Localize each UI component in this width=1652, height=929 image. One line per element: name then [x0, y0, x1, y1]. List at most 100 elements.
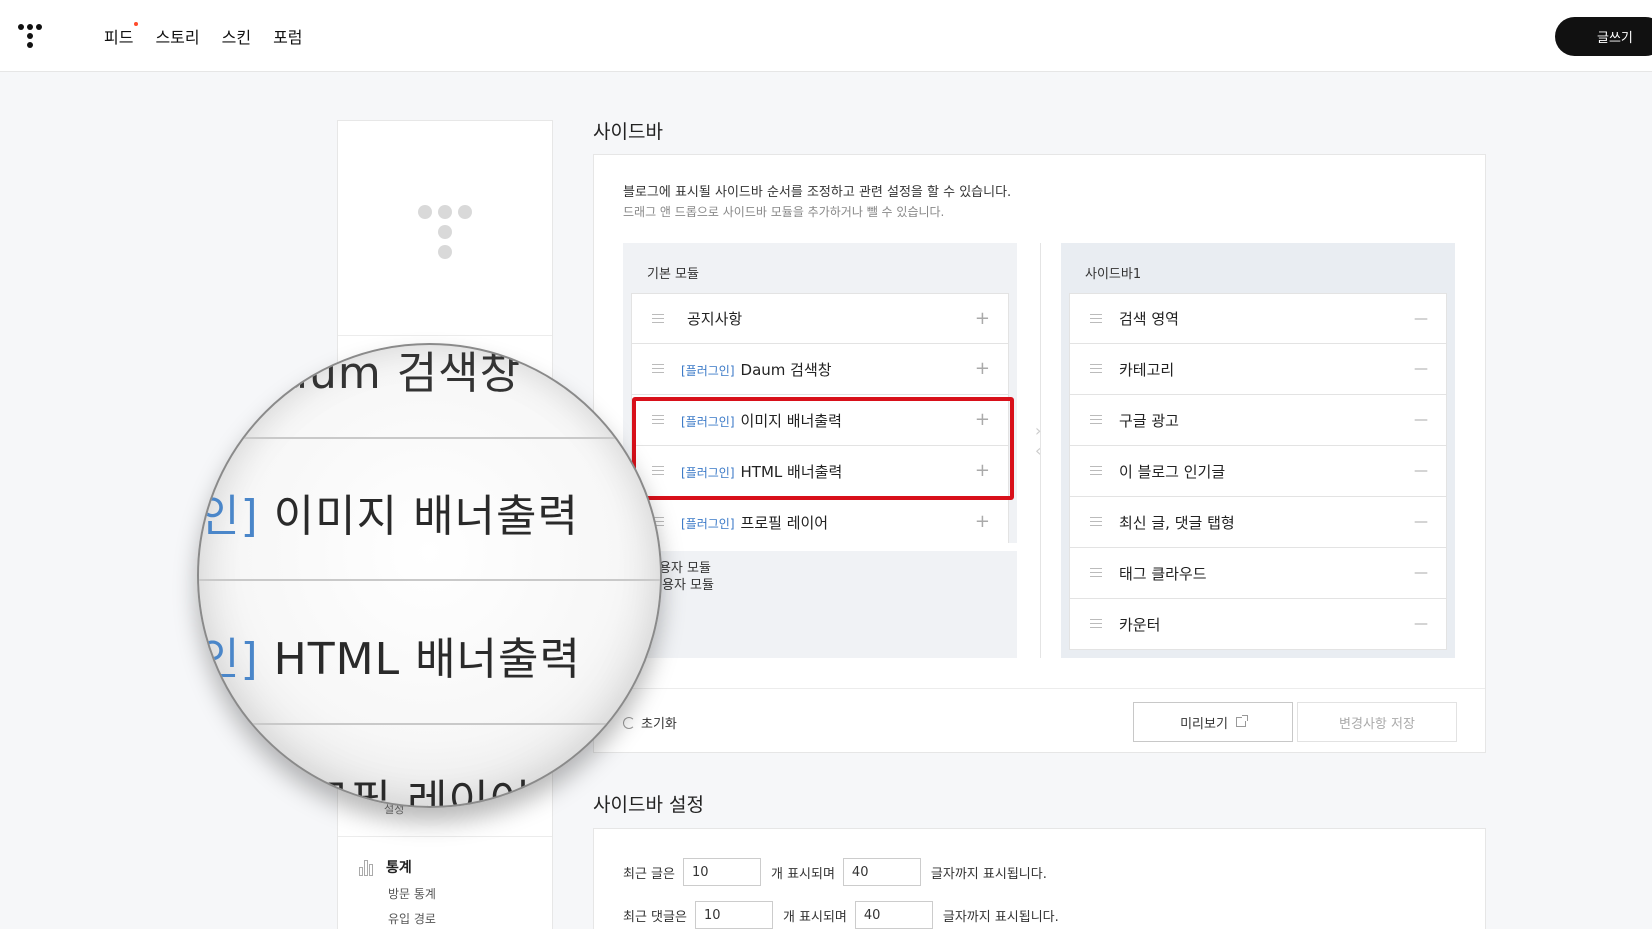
magnifier-overlay: aum 검색창 인] 이미지 배너출력 인] HTML 배너출력 로필 레이어 — [197, 343, 662, 808]
tistory-logo-icon[interactable] — [18, 22, 48, 52]
sidebar1-item-label: 검색 영역 — [1119, 310, 1179, 328]
main-nav: 피드 스토리 스킨 포럼 — [104, 22, 303, 48]
magnified-image-banner-label: 이미지 배너출력 — [273, 491, 580, 542]
sidebar1-item-label: 카운터 — [1119, 615, 1161, 634]
recent-comments-prefix: 최근 댓글은 — [623, 909, 687, 925]
nav-forum[interactable]: 포럼 — [273, 24, 302, 48]
preview-button[interactable]: 미리보기 — [1133, 702, 1293, 742]
chevron-left-icon: ‹ — [1035, 441, 1042, 460]
drag-handle-icon[interactable] — [1090, 415, 1102, 425]
sidebar1-row[interactable]: 최신 글, 댓글 탭형 — — [1069, 497, 1447, 548]
save-changes-button[interactable]: 변경사항 저장 — [1297, 702, 1457, 742]
sidebar1-list: 검색 영역 — 카테고리 — 구글 광고 — 이 블로그 인기글 — 최신 글,… — [1069, 293, 1447, 650]
stats-title-label: 통계 — [386, 860, 412, 876]
write-button[interactable]: 글쓰기 — [1555, 17, 1652, 56]
chevron-right-icon: › — [1035, 421, 1042, 440]
remove-module-button[interactable]: — — [1414, 462, 1428, 480]
drag-handle-icon[interactable] — [1090, 314, 1102, 324]
recent-comments-suffix: 글자까지 표시됩니다. — [942, 909, 1059, 925]
remove-module-button[interactable]: — — [1414, 411, 1428, 429]
drag-handle-icon[interactable] — [1090, 466, 1102, 476]
notification-dot — [134, 22, 139, 26]
basic-modules-title: 기본 모듈 — [647, 267, 699, 282]
magnified-divider — [199, 723, 660, 725]
sidebar1-row[interactable]: 구글 광고 — — [1069, 395, 1447, 446]
add-module-button[interactable]: + — [975, 462, 990, 480]
module-name: 이미지 배너출력 — [740, 411, 842, 430]
magnified-divider — [199, 579, 660, 581]
recent-posts-suffix: 글자까지 표시됩니다. — [930, 866, 1047, 882]
remove-module-button[interactable]: — — [1414, 513, 1428, 531]
drag-handle-icon[interactable] — [1090, 364, 1102, 374]
module-label: [플러그인] HTML 배너출력 — [681, 461, 842, 482]
plugin-tag: [플러그인] — [681, 465, 735, 480]
sidebar-drag-hint: 드래그 앤 드롭으로 사이드바 모듈을 추가하거나 뺄 수 있습니다. — [623, 205, 945, 219]
stats-menu-title[interactable]: 통계 — [358, 857, 552, 877]
module-row[interactable]: [플러그인] 프로필 레이어 + — [631, 497, 1009, 548]
recent-posts-setting: 최근 글은 개 표시되며 글자까지 표시됩니다. — [623, 858, 1047, 886]
drag-handle-icon[interactable] — [652, 364, 664, 374]
module-label: [플러그인] 프로필 레이어 — [681, 512, 828, 533]
basic-modules-column: 기본 모듈 공지사항 + [플러그인] Daum 검색창 + [플러그인] 이미지 … — [623, 243, 1017, 658]
menu-visit-stats[interactable]: 방문 통계 — [388, 885, 552, 902]
magnified-text-profile: 로필 레이어 — [309, 776, 532, 808]
remove-module-button[interactable]: — — [1414, 564, 1428, 582]
module-row[interactable]: [플러그인] Daum 검색창 + — [631, 344, 1009, 395]
sidebar1-row[interactable]: 검색 영역 — — [1069, 293, 1447, 344]
sidebar-editor-panel: 블로그에 표시될 사이드바 순서를 조정하고 관련 설정을 할 수 있습니다. … — [593, 154, 1486, 753]
custom-modules-visible-label: 용자 모듈 — [662, 578, 714, 593]
add-module-button[interactable]: + — [975, 360, 990, 378]
sidebar-description: 블로그에 표시될 사이드바 순서를 조정하고 관련 설정을 할 수 있습니다. — [623, 185, 1012, 200]
module-name: 공지사항 — [687, 310, 743, 328]
sidebar1-column: 사이드바1 검색 영역 — 카테고리 — 구글 광고 — 이 블로그 인기글 — — [1061, 243, 1455, 658]
remove-module-button[interactable]: — — [1414, 310, 1428, 328]
module-name: 프로필 레이어 — [740, 513, 829, 532]
sidebar1-row[interactable]: 태그 클라우드 — — [1069, 548, 1447, 599]
drag-handle-icon[interactable] — [652, 466, 664, 476]
recent-comments-middle: 개 표시되며 — [782, 909, 847, 925]
sidebar1-row[interactable]: 카운터 — — [1069, 599, 1447, 650]
add-module-button[interactable]: + — [975, 411, 990, 429]
drag-handle-icon[interactable] — [1090, 619, 1102, 629]
module-row[interactable]: 공지사항 + — [631, 293, 1009, 344]
blog-profile-placeholder — [338, 121, 552, 336]
recent-comments-chars-input[interactable] — [854, 901, 933, 929]
nav-story[interactable]: 스토리 — [155, 24, 199, 48]
magnified-divider — [199, 437, 660, 439]
plugin-tag: [플러그인] — [681, 516, 735, 531]
basic-modules-list: 공지사항 + [플러그인] Daum 검색창 + [플러그인] 이미지 배너출력 +… — [631, 293, 1009, 548]
magnified-text-daum: aum 검색창 — [281, 348, 522, 399]
nav-feed[interactable]: 피드 — [104, 22, 139, 48]
stats-menu: 통계 방문 통계 유입 경로 — [338, 836, 552, 927]
bar-chart-icon — [358, 858, 376, 876]
drag-handle-icon[interactable] — [1090, 568, 1102, 578]
recent-posts-count-input[interactable] — [682, 858, 761, 886]
magnified-text-image-banner: 인] 이미지 배너출력 — [199, 480, 579, 544]
remove-module-button[interactable]: — — [1414, 360, 1428, 378]
module-row[interactable]: [플러그인] 이미지 배너출력 + — [631, 395, 1009, 446]
remove-module-button[interactable]: — — [1414, 615, 1428, 633]
sidebar1-item-label: 최신 글, 댓글 탭형 — [1119, 513, 1235, 532]
add-module-button[interactable]: + — [975, 513, 990, 531]
add-module-button[interactable]: + — [975, 310, 990, 328]
recent-posts-chars-input[interactable] — [842, 858, 921, 886]
sidebar1-row[interactable]: 카테고리 — — [1069, 344, 1447, 395]
sidebar-settings-panel: 최근 글은 개 표시되며 글자까지 표시됩니다. 최근 댓글은 개 표시되며 글… — [593, 828, 1486, 929]
recent-comments-setting: 최근 댓글은 개 표시되며 글자까지 표시됩니다. — [623, 901, 1059, 929]
drag-handle-icon[interactable] — [652, 415, 664, 425]
external-link-icon — [1235, 715, 1248, 727]
recent-posts-middle: 개 표시되며 — [770, 866, 835, 882]
sidebar1-item-label: 카테고리 — [1119, 360, 1175, 379]
nav-skin[interactable]: 스킨 — [222, 24, 251, 48]
preview-label: 미리보기 — [1180, 716, 1228, 732]
nav-feed-label: 피드 — [104, 28, 134, 47]
module-row[interactable]: [플러그인] HTML 배너출력 + — [631, 446, 1009, 497]
drag-handle-icon[interactable] — [1090, 517, 1102, 527]
sidebar1-item-label: 이 블로그 인기글 — [1119, 462, 1226, 481]
drag-handle-icon[interactable] — [652, 314, 664, 324]
sidebar1-row[interactable]: 이 블로그 인기글 — — [1069, 446, 1447, 497]
module-label: [플러그인] 이미지 배너출력 — [681, 410, 842, 431]
recent-comments-count-input[interactable] — [694, 901, 773, 929]
plugin-tag: [플러그인] — [681, 414, 735, 429]
menu-referrer[interactable]: 유입 경로 — [388, 910, 552, 927]
